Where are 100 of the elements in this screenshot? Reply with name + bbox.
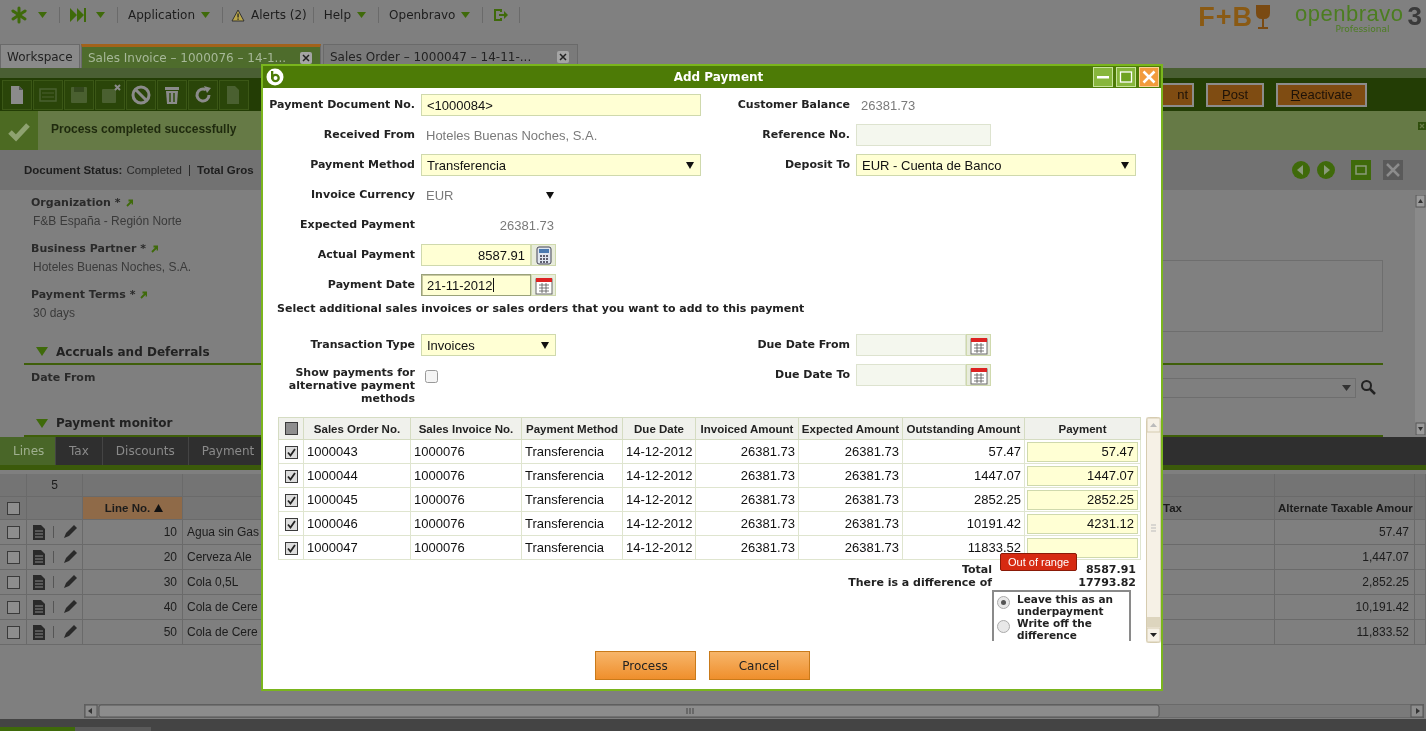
table-cell: Transferencia (521, 487, 623, 512)
table-cell: 40 (83, 595, 183, 619)
table-cell: Transferencia (521, 535, 623, 560)
table-cell: Transferencia (521, 439, 623, 464)
dialog-button[interactable]: Cancel (708, 651, 810, 680)
table-cell: Transferencia (521, 511, 623, 536)
table-cell: 14-12-2012 (622, 439, 696, 464)
table-cell: 1000076 (410, 463, 522, 488)
field-label: Payment Date (326, 277, 415, 291)
menu-button[interactable]: Help (321, 8, 354, 22)
table-cell: 57.47 (902, 439, 1025, 464)
table-cell: 10191.42 (902, 511, 1025, 536)
table-cell: 14-12-2012 (622, 511, 696, 536)
table-cell: 50 (83, 620, 183, 644)
window-tab[interactable]: Workspace (0, 44, 80, 68)
field-label: Invoice Currency (310, 187, 415, 201)
record-count: 5 (27, 474, 83, 496)
error-tooltip: Out of range (1000, 553, 1078, 571)
field-value: F&B España - Región Norte (32, 214, 182, 228)
text-field[interactable]: <1000084> (421, 94, 701, 116)
field-label: Show payments for alternative payment methods (287, 365, 415, 405)
field-value: Hoteles Buenas Noches, S.A. (425, 127, 598, 143)
menu-button[interactable]: Openbravo (387, 8, 458, 22)
column-header[interactable]: Payment (1024, 417, 1141, 440)
field-value: 26381.73 (498, 217, 554, 233)
table-cell: 2852.25 (902, 487, 1025, 512)
field-label: Payment Document No. (268, 97, 415, 111)
difference-label: There is a difference of (848, 576, 992, 589)
table-cell: 20 (83, 545, 183, 569)
table-cell: 26381.73 (695, 487, 799, 512)
table-cell: 1000044 (303, 463, 411, 488)
table-cell: 26381.73 (798, 487, 903, 512)
product-logo: openbravo (1295, 4, 1404, 24)
payment-field[interactable]: 57.47 (1027, 441, 1138, 462)
column-header[interactable]: Outstanding Amount (902, 417, 1025, 440)
select-field[interactable]: EUR (421, 187, 554, 203)
field-value: Hoteles Buenas Noches, S.A. (32, 260, 192, 274)
column-header[interactable]: Due Date (622, 417, 696, 440)
table-cell: 1000076 (410, 535, 522, 560)
field-label: Reference No. (761, 127, 850, 141)
table-cell: 26381.73 (695, 463, 799, 488)
field-value: 26381.73 (860, 97, 916, 113)
menu-button[interactable]: Alerts (2) (249, 8, 309, 22)
tab[interactable]: Tax (56, 437, 103, 465)
section-title[interactable]: Accruals and Deferrals (56, 344, 210, 359)
status-label: Document Status: (24, 164, 123, 176)
payment-field[interactable]: 2852.25 (1027, 489, 1138, 510)
column-header[interactable]: Sales Invoice No. (410, 417, 522, 440)
table-cell: 26381.73 (798, 511, 903, 536)
table-cell: 10,191.42 (1275, 595, 1415, 619)
field-label: Actual Payment (316, 247, 415, 261)
version-label: 3 (1407, 4, 1422, 28)
table-cell: 14-12-2012 (622, 535, 696, 560)
table-cell: 1000047 (303, 535, 411, 560)
field-value: 30 days (32, 306, 76, 320)
column-header[interactable]: Expected Amount (798, 417, 903, 440)
payment-field[interactable]: 1447.07 (1027, 465, 1138, 486)
field-label: Received From (322, 127, 415, 141)
table-cell: 26381.73 (798, 463, 903, 488)
table-cell: 1447.07 (902, 463, 1025, 488)
payment-field[interactable]: 4231.12 (1027, 513, 1138, 534)
field-label: Payment Terms * (31, 288, 136, 301)
date-field[interactable]: 21-11-2012 (421, 274, 531, 296)
edition-label: Professional (1335, 24, 1390, 34)
field-label: Organization * (31, 196, 121, 209)
column-header[interactable]: Payment Method (521, 417, 623, 440)
number-field[interactable]: 8587.91 (421, 244, 531, 266)
table-cell: 10 (83, 520, 183, 544)
select-field[interactable]: EUR - Cuenta de Banco (856, 154, 1136, 176)
column-header[interactable]: Invoiced Amount (695, 417, 799, 440)
table-cell: 26381.73 (695, 439, 799, 464)
tab[interactable]: Discounts (102, 437, 189, 465)
select-field[interactable]: Invoices (421, 334, 556, 356)
status-label: Total Gros (197, 164, 254, 176)
table-cell: 26381.73 (798, 535, 903, 560)
table-cell: 2,852.25 (1275, 570, 1415, 594)
section-title[interactable]: Payment monitor (56, 416, 173, 431)
status-message: Process completed successfully (51, 121, 237, 136)
table-cell: 14-12-2012 (622, 463, 696, 488)
select-field[interactable]: Transferencia (421, 154, 701, 176)
table-cell: 11,833.52 (1275, 620, 1415, 644)
table-cell: 1000045 (303, 487, 411, 512)
field-label: Business Partner * (31, 242, 146, 255)
dialog-button[interactable]: Process (594, 651, 696, 680)
table-cell: 1000046 (303, 511, 411, 536)
column-header[interactable]: Alternate Taxable Amour (1275, 497, 1415, 519)
menu-button[interactable]: Application (126, 8, 198, 22)
option-label[interactable]: Write off the difference (1017, 617, 1127, 641)
dialog-title: Add Payment (672, 70, 765, 84)
difference-value: 17793.82 (1078, 576, 1136, 589)
column-header[interactable]: Line No. (83, 497, 183, 519)
field-label: Deposit To (783, 157, 850, 171)
option-label[interactable]: Leave this as an underpayment (1017, 593, 1127, 617)
partner-logo: F+B (1198, 4, 1254, 30)
status-value: Completed (126, 164, 183, 176)
field-label: Date From (31, 371, 96, 385)
table-cell: 26381.73 (695, 535, 799, 560)
column-header[interactable]: Sales Order No. (303, 417, 411, 440)
table-cell: 1000076 (410, 439, 522, 464)
table-cell: 26381.73 (798, 439, 903, 464)
